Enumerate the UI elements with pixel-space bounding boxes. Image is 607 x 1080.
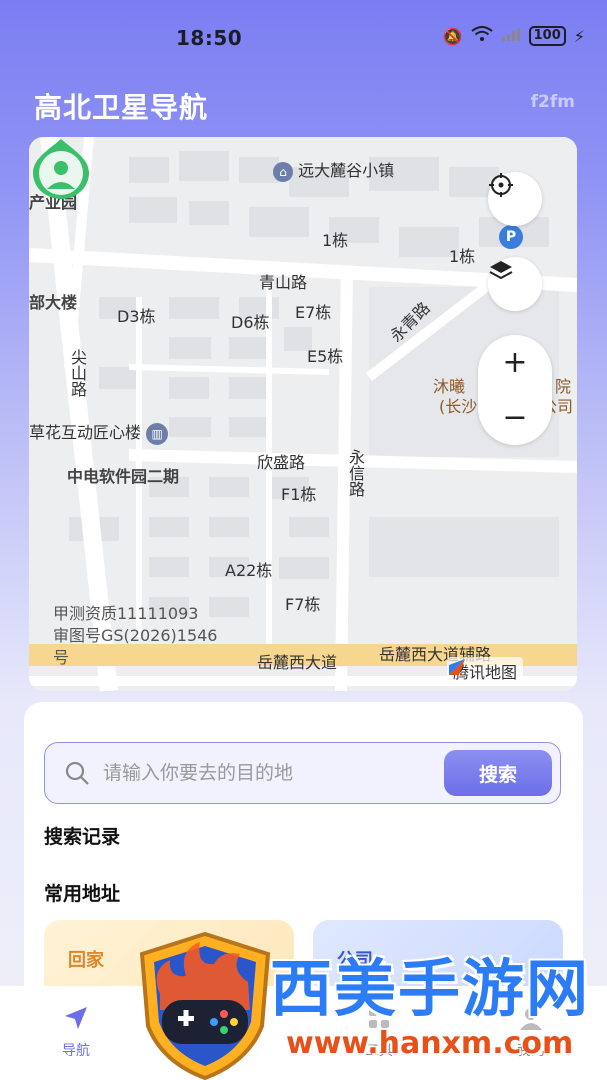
map-label: F1栋 bbox=[281, 485, 317, 504]
locate-button[interactable] bbox=[488, 172, 542, 226]
zoom-in-button[interactable]: + bbox=[478, 335, 552, 390]
map-label: 1栋 bbox=[322, 231, 349, 250]
map-label: 欣盛路 bbox=[257, 453, 306, 472]
map-label: D3栋 bbox=[117, 307, 156, 326]
app-title: 高北卫星导航 bbox=[34, 91, 209, 124]
site-watermark-overlay: 西美手游网 www.hanxm.com bbox=[130, 930, 600, 1080]
search-history-title: 搜索记录 bbox=[44, 826, 121, 848]
building-icon: ▥ bbox=[146, 422, 169, 445]
map-label: ⌂ 远大麓谷小镇 bbox=[273, 157, 394, 182]
status-bar: 18:50 🔕 100 ⚡ bbox=[0, 0, 607, 72]
map-label: 岳麓西大道 bbox=[257, 653, 338, 672]
layers-icon bbox=[489, 261, 513, 280]
mute-icon: 🔕 bbox=[442, 26, 463, 46]
battery-icon: 100 bbox=[528, 26, 566, 46]
map-label: D6栋 bbox=[231, 313, 270, 332]
layers-button[interactable] bbox=[488, 257, 542, 311]
charging-icon: ⚡ bbox=[573, 26, 585, 46]
map-label: E5栋 bbox=[307, 347, 344, 366]
map-label: 青山路 bbox=[259, 273, 308, 292]
tencent-map-icon bbox=[449, 659, 465, 675]
map-label: 1栋 bbox=[449, 247, 476, 266]
map-label: 部大楼 bbox=[29, 293, 78, 312]
map-label: 永信路 bbox=[346, 449, 365, 497]
map-label: 尖山路 bbox=[68, 349, 87, 397]
search-icon bbox=[65, 761, 89, 785]
gamepad-shield-logo bbox=[139, 931, 271, 1080]
map-label: F7栋 bbox=[285, 595, 321, 614]
zoom-out-button[interactable]: − bbox=[478, 390, 552, 445]
parking-icon[interactable]: P bbox=[499, 225, 523, 249]
landmark-icon: ⌂ bbox=[273, 161, 293, 182]
site-url: www.hanxm.com bbox=[286, 1026, 574, 1061]
map-label: (长沙 bbox=[439, 397, 478, 416]
common-address-title: 常用地址 bbox=[44, 883, 121, 905]
map-approval-text: 甲测资质11111093 审图号GS(2026)1546 号 bbox=[53, 604, 218, 667]
map-label: A22栋 bbox=[225, 561, 273, 580]
location-marker-icon bbox=[33, 139, 89, 199]
crosshair-icon bbox=[489, 173, 513, 197]
corner-tag: f2fm bbox=[530, 92, 575, 112]
map-label: 中电软件园二期 bbox=[67, 467, 180, 486]
signal-icon bbox=[501, 26, 521, 46]
map-provider-logo: 腾讯地图 bbox=[447, 657, 524, 685]
search-box: 搜索 bbox=[44, 742, 561, 804]
zoom-control: + − bbox=[478, 335, 552, 445]
destination-input[interactable] bbox=[103, 762, 423, 784]
navigation-arrow-icon bbox=[65, 1007, 87, 1029]
status-time: 18:50 bbox=[176, 26, 243, 50]
map-label: E7栋 bbox=[295, 303, 332, 322]
map-label: 草花互动匠心楼 ▥ bbox=[29, 419, 169, 445]
status-icons: 🔕 100 ⚡ bbox=[443, 26, 585, 46]
map-view[interactable]: ⌂ 远大麓谷小镇 产业园 1栋 1栋 青山路 部大楼 D3栋 D6栋 E7栋 永… bbox=[29, 137, 577, 691]
tab-navigation[interactable]: 导航 bbox=[31, 996, 121, 1060]
home-label: 回家 bbox=[68, 950, 104, 971]
site-name: 西美手游网 bbox=[270, 952, 591, 1025]
search-button[interactable]: 搜索 bbox=[444, 750, 552, 796]
wifi-icon bbox=[471, 26, 493, 46]
